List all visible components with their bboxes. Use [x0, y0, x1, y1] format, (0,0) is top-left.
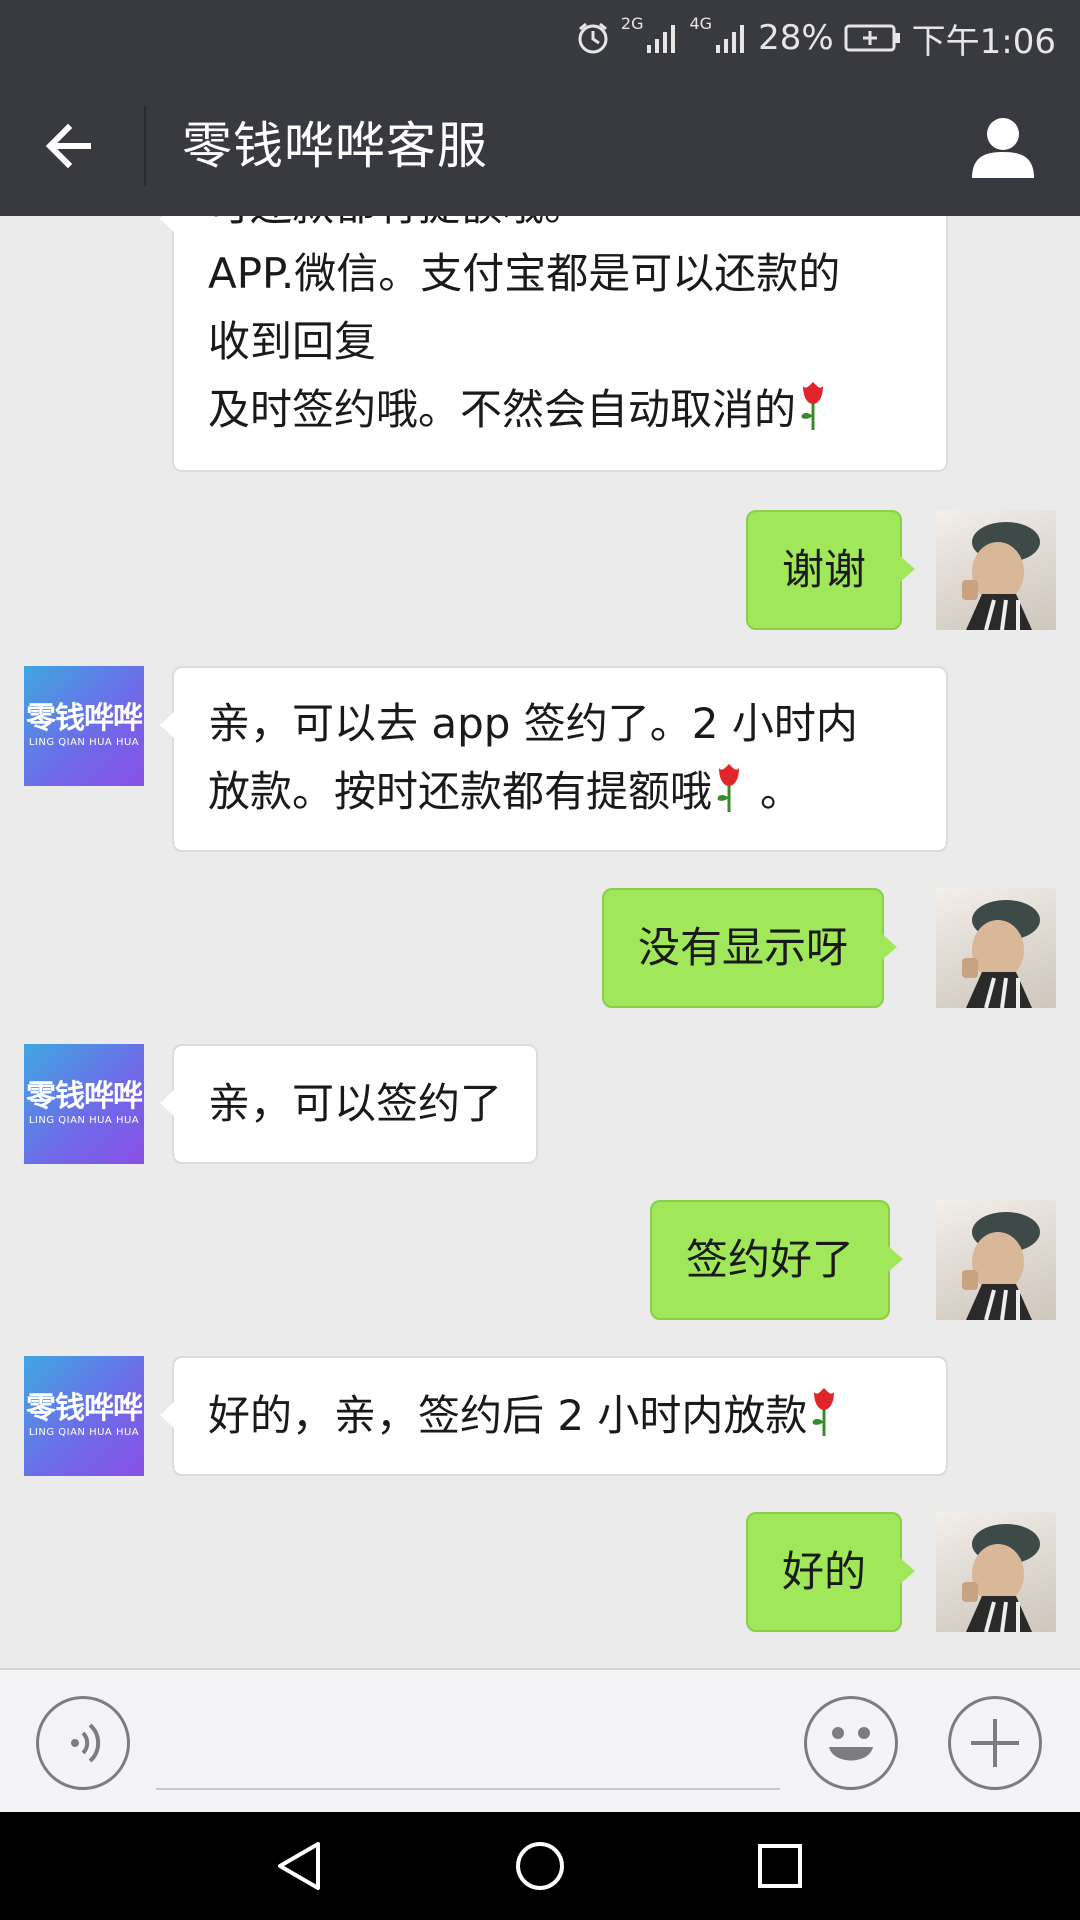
- message-text: 。: [760, 767, 803, 816]
- cs-logo-subtext: LING QIAN HUA HUA: [28, 737, 140, 748]
- signal-icon: [647, 25, 676, 53]
- message-line: APP.微信。支付宝都是可以还款的: [208, 249, 841, 298]
- signal-icon-2: [716, 25, 745, 53]
- nav-recents-icon[interactable]: [752, 1838, 808, 1894]
- message-line: 亲，可以签约了: [208, 1079, 503, 1128]
- cs-logo-text: 零钱哗哗: [26, 701, 143, 736]
- input-bar: [0, 1668, 1080, 1812]
- message-text: 放款。按时还款都有提额哦: [208, 767, 713, 816]
- message-line: 没有显示呀: [638, 923, 849, 972]
- cs-logo-text: 零钱哗哗: [26, 1079, 143, 1114]
- message-line: 收到回复: [208, 317, 377, 366]
- user-avatar[interactable]: [936, 888, 1056, 1008]
- message-line: 好的，亲，签约后 2 小时内放款: [208, 1382, 912, 1450]
- emoji-button[interactable]: [804, 1696, 898, 1790]
- sent-message[interactable]: 谢谢: [746, 510, 916, 630]
- chat-area[interactable]: 可还款都有提额哦。 APP.微信。支付宝都是可以还款的 收到回复 及时签约哦。不…: [0, 216, 1080, 1668]
- cs-logo-subtext: LING QIAN HUA HUA: [28, 1115, 140, 1126]
- smiley-icon: [829, 1727, 873, 1761]
- received-message[interactable]: 亲，可以去 app 签约了。2 小时内 放款。按时还款都有提额哦。: [160, 666, 948, 852]
- battery-icon: [844, 24, 900, 52]
- message-text: 好的，亲，签约后 2 小时内放款: [208, 1391, 808, 1440]
- page-title: 零钱哗哗客服: [182, 117, 488, 175]
- status-time: 下午1:06: [911, 21, 1056, 62]
- status-bar: 2G 4G 28% 下午1:06: [0, 0, 1080, 76]
- message-line: 亲，可以去 app 签约了。2 小时内: [208, 699, 858, 748]
- message-line: 谢谢: [782, 545, 867, 594]
- plus-icon: [971, 1719, 1019, 1767]
- navigation-bar: [0, 1812, 1080, 1920]
- user-avatar[interactable]: [936, 1200, 1056, 1320]
- network-4g-label: 4G: [689, 14, 713, 33]
- back-arrow-icon[interactable]: [40, 112, 108, 180]
- title-bar: 零钱哗哗客服: [0, 76, 1080, 216]
- cs-avatar[interactable]: 零钱哗哗 LING QIAN HUA HUA: [24, 1356, 144, 1476]
- alarm-icon: [578, 22, 608, 54]
- voice-icon: [71, 1723, 101, 1763]
- cs-logo-subtext: LING QIAN HUA HUA: [28, 1427, 140, 1438]
- sent-message[interactable]: 签约好了: [650, 1200, 904, 1320]
- message-text: 及时签约哦。不然会自动取消的: [208, 385, 797, 434]
- user-avatar[interactable]: [936, 510, 1056, 630]
- rose-emoji-icon: [813, 1388, 835, 1436]
- message-line: 可还款都有提额哦。: [208, 216, 912, 240]
- voice-button[interactable]: [36, 1696, 130, 1790]
- received-message[interactable]: 可还款都有提额哦。 APP.微信。支付宝都是可以还款的 收到回复 及时签约哦。不…: [160, 216, 948, 472]
- cs-avatar[interactable]: 零钱哗哗 LING QIAN HUA HUA: [24, 666, 144, 786]
- sent-message[interactable]: 好的: [746, 1512, 916, 1632]
- title-divider: [144, 106, 146, 186]
- network-2g-label: 2G: [620, 14, 644, 33]
- message-line: 及时签约哦。不然会自动取消的: [208, 376, 912, 444]
- message-line: 放款。按时还款都有提额哦。: [208, 758, 912, 826]
- received-message[interactable]: 亲，可以签约了: [159, 1044, 539, 1164]
- message-line: 签约好了: [686, 1235, 855, 1284]
- person-icon[interactable]: [968, 112, 1038, 182]
- received-message[interactable]: 好的，亲，签约后 2 小时内放款: [160, 1356, 948, 1476]
- rose-emoji-icon: [717, 764, 740, 812]
- message-input[interactable]: [156, 1788, 780, 1790]
- battery-percent: 28%: [758, 18, 834, 58]
- nav-home-icon[interactable]: [512, 1838, 568, 1894]
- nav-back-icon[interactable]: [272, 1838, 328, 1894]
- cs-avatar[interactable]: 零钱哗哗 LING QIAN HUA HUA: [24, 1044, 144, 1164]
- rose-emoji-icon: [801, 382, 824, 430]
- user-avatar[interactable]: [936, 1512, 1056, 1632]
- sent-message[interactable]: 没有显示呀: [602, 888, 898, 1008]
- cs-logo-text: 零钱哗哗: [26, 1391, 143, 1426]
- more-button[interactable]: [948, 1696, 1042, 1790]
- message-line: 好的: [782, 1547, 867, 1596]
